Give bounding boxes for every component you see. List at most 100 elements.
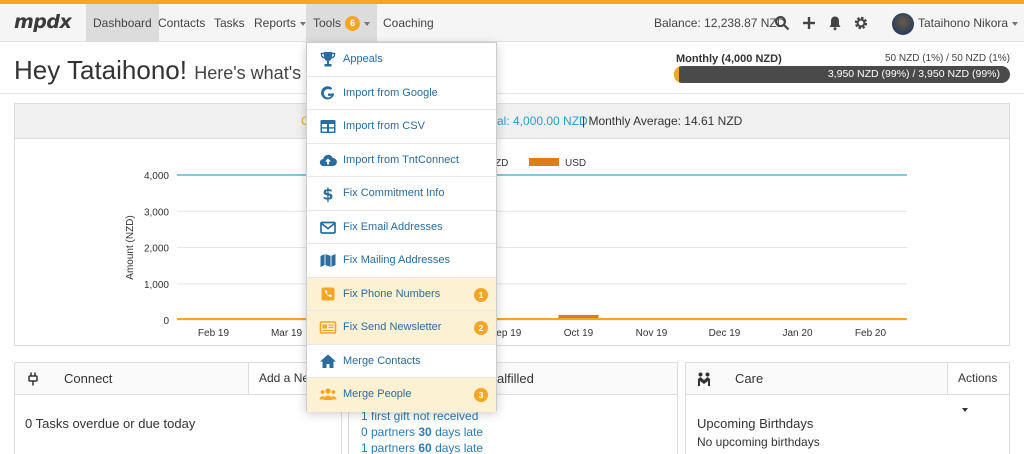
- commitment-days: 60: [418, 441, 432, 454]
- balance-text: Balance: 12,238.87 NZD: [654, 16, 786, 30]
- y-tick-label: 3,000: [144, 207, 169, 218]
- greeting-title: Hey Tataihono!: [14, 55, 187, 85]
- menu-item-import-tntconnect[interactable]: Import from TntConnect: [307, 144, 496, 177]
- trophy-icon: [320, 52, 336, 67]
- menu-item-fix-mailing-addresses[interactable]: Fix Mailing Addresses: [307, 244, 496, 278]
- connect-title: Connect: [64, 371, 113, 386]
- phone-icon: [321, 287, 335, 300]
- menu-item-label: Merge Contacts: [343, 354, 421, 367]
- donations-chart: 0 1,000 2,000 3,000 4,000 Amount (NZD) Feb 19 M…: [125, 158, 907, 339]
- legend-label: ZD: [495, 158, 508, 169]
- donations-chart-panel: C al: 4,000.00 NZD | Monthly Average: 14…: [14, 103, 1010, 346]
- care-title: Care: [735, 371, 764, 386]
- commitment-line-text: 0 partners: [361, 425, 419, 439]
- menu-item-import-google[interactable]: Import from Google: [307, 77, 496, 110]
- menu-item-fix-send-newsletter[interactable]: Fix Send Newsletter 2: [307, 311, 496, 345]
- actions-button[interactable]: Actions: [947, 363, 1009, 412]
- newspaper-icon: [319, 321, 337, 334]
- commitment-line[interactable]: 0 partners 30 days late: [361, 424, 667, 440]
- plus-icon[interactable]: [801, 15, 817, 31]
- legend-swatch: [529, 158, 559, 166]
- nav-tools[interactable]: Tools 6: [306, 4, 378, 42]
- dollar-icon: $: [322, 185, 333, 202]
- menu-item-fix-commitment-info[interactable]: $ Fix Commitment Info: [307, 177, 496, 211]
- user-menu[interactable]: Tataihono Nikora: [892, 11, 1019, 35]
- goal-progress-fill: [674, 66, 679, 83]
- x-tick-label: Feb 19: [198, 328, 230, 339]
- y-tick-label: 1,000: [144, 280, 169, 291]
- people-hug-icon: [698, 372, 710, 386]
- greeting-subtitle: Here's what's h: [194, 63, 317, 83]
- nav-dashboard-label: Dashboard: [93, 16, 152, 30]
- menu-item-merge-people[interactable]: Merge People 3: [307, 378, 496, 412]
- care-card: Care Actions Upcoming Birthdays No upcom…: [685, 362, 1010, 454]
- goal-bar-text: 3,950 NZD (99%) / 3,950 NZD (99%): [827, 68, 1000, 80]
- x-tick-label: Dec 19: [709, 328, 741, 339]
- menu-item-badge: 1: [474, 287, 488, 302]
- map-icon: [320, 254, 336, 267]
- nav-reports-label: Reports: [254, 16, 297, 30]
- menu-item-label: Fix Email Addresses: [343, 220, 443, 233]
- commitments-title: alfilled: [497, 371, 534, 386]
- x-tick-label: Mar 19: [271, 328, 303, 339]
- users-icon: [319, 388, 337, 400]
- menu-item-label: Fix Commitment Info: [343, 187, 445, 199]
- home-icon: [320, 354, 336, 368]
- y-tick-label: 0: [163, 316, 169, 327]
- menu-item-badge: 2: [474, 321, 488, 335]
- envelope-icon: [320, 221, 336, 234]
- header-divider: [0, 93, 1024, 94]
- y-tick-label: 4,000: [144, 171, 169, 182]
- connect-card-header: Connect Add a New: [15, 363, 341, 395]
- menu-item-label: Fix Phone Numbers: [343, 287, 441, 300]
- user-name: Tataihono Nikora: [918, 16, 1009, 30]
- menu-item-merge-contacts[interactable]: Merge Contacts: [307, 345, 496, 378]
- menu-item-label: Import from TntConnect: [343, 153, 459, 166]
- x-tick-label: Jan 20: [782, 328, 812, 339]
- gear-icon[interactable]: [853, 15, 869, 31]
- actions-label: Actions: [958, 371, 998, 385]
- chevron-down-icon: [1012, 21, 1019, 26]
- menu-item-label: Merge People: [343, 388, 412, 400]
- y-tick-label: 2,000: [144, 244, 169, 255]
- x-tick-label: Feb 20: [855, 328, 887, 339]
- google-icon: [321, 85, 335, 99]
- menu-item-fix-phone-numbers[interactable]: Fix Phone Numbers 1: [307, 277, 496, 311]
- nav-dashboard[interactable]: Dashboard: [86, 4, 159, 42]
- upcoming-birthdays-heading: Upcoming Birthdays: [697, 416, 814, 431]
- search-icon[interactable]: [774, 15, 790, 31]
- mpdx-logo[interactable]: mpdx: [14, 11, 72, 33]
- table-icon: [320, 120, 336, 133]
- commitment-line-text: days late: [431, 441, 484, 454]
- commitment-line[interactable]: 1 partners 60 days late: [361, 440, 667, 454]
- y-axis-label: Amount (NZD): [125, 215, 136, 279]
- menu-item-label: Appeals: [343, 53, 383, 65]
- nav-contacts[interactable]: Contacts: [151, 4, 212, 42]
- bell-icon[interactable]: [827, 15, 843, 31]
- care-card-body: Upcoming Birthdays No upcoming birthdays: [686, 396, 1009, 454]
- legend-label: USD: [565, 158, 586, 169]
- menu-item-appeals[interactable]: Appeals: [307, 43, 496, 77]
- tasks-overdue-text: 0 Tasks overdue or due today: [25, 416, 196, 431]
- upcoming-birthdays-text: No upcoming birthdays: [697, 435, 820, 449]
- nav-tasks[interactable]: Tasks: [207, 4, 252, 42]
- nav-tasks-label: Tasks: [214, 16, 245, 30]
- nav-reports[interactable]: Reports: [247, 4, 313, 42]
- menu-item-label: Fix Send Newsletter: [343, 321, 442, 333]
- svg-text:$: $: [322, 185, 333, 202]
- menu-item-fix-email-addresses[interactable]: Fix Email Addresses: [307, 211, 496, 244]
- connect-card-body: 0 Tasks overdue or due today: [15, 396, 341, 454]
- x-tick-label: Nov 19: [636, 328, 668, 339]
- tools-badge: 6: [345, 16, 361, 31]
- care-card-header: Care Actions: [686, 363, 1009, 412]
- nav-coaching[interactable]: Coaching: [376, 4, 441, 42]
- commitment-line-text: 1 partners: [361, 441, 419, 454]
- menu-item-import-csv[interactable]: Import from CSV: [307, 110, 496, 144]
- commitment-days: 30: [418, 425, 432, 439]
- connect-card: Connect Add a New 0 Tasks overdue or due…: [14, 362, 342, 454]
- commitment-line-text: days late: [431, 425, 484, 439]
- menu-item-label: Fix Mailing Addresses: [343, 254, 450, 266]
- top-navbar: mpdx Dashboard Contacts Tasks Reports To…: [0, 4, 1024, 42]
- nav-contacts-label: Contacts: [158, 16, 206, 30]
- nav-coaching-label: Coaching: [383, 16, 434, 30]
